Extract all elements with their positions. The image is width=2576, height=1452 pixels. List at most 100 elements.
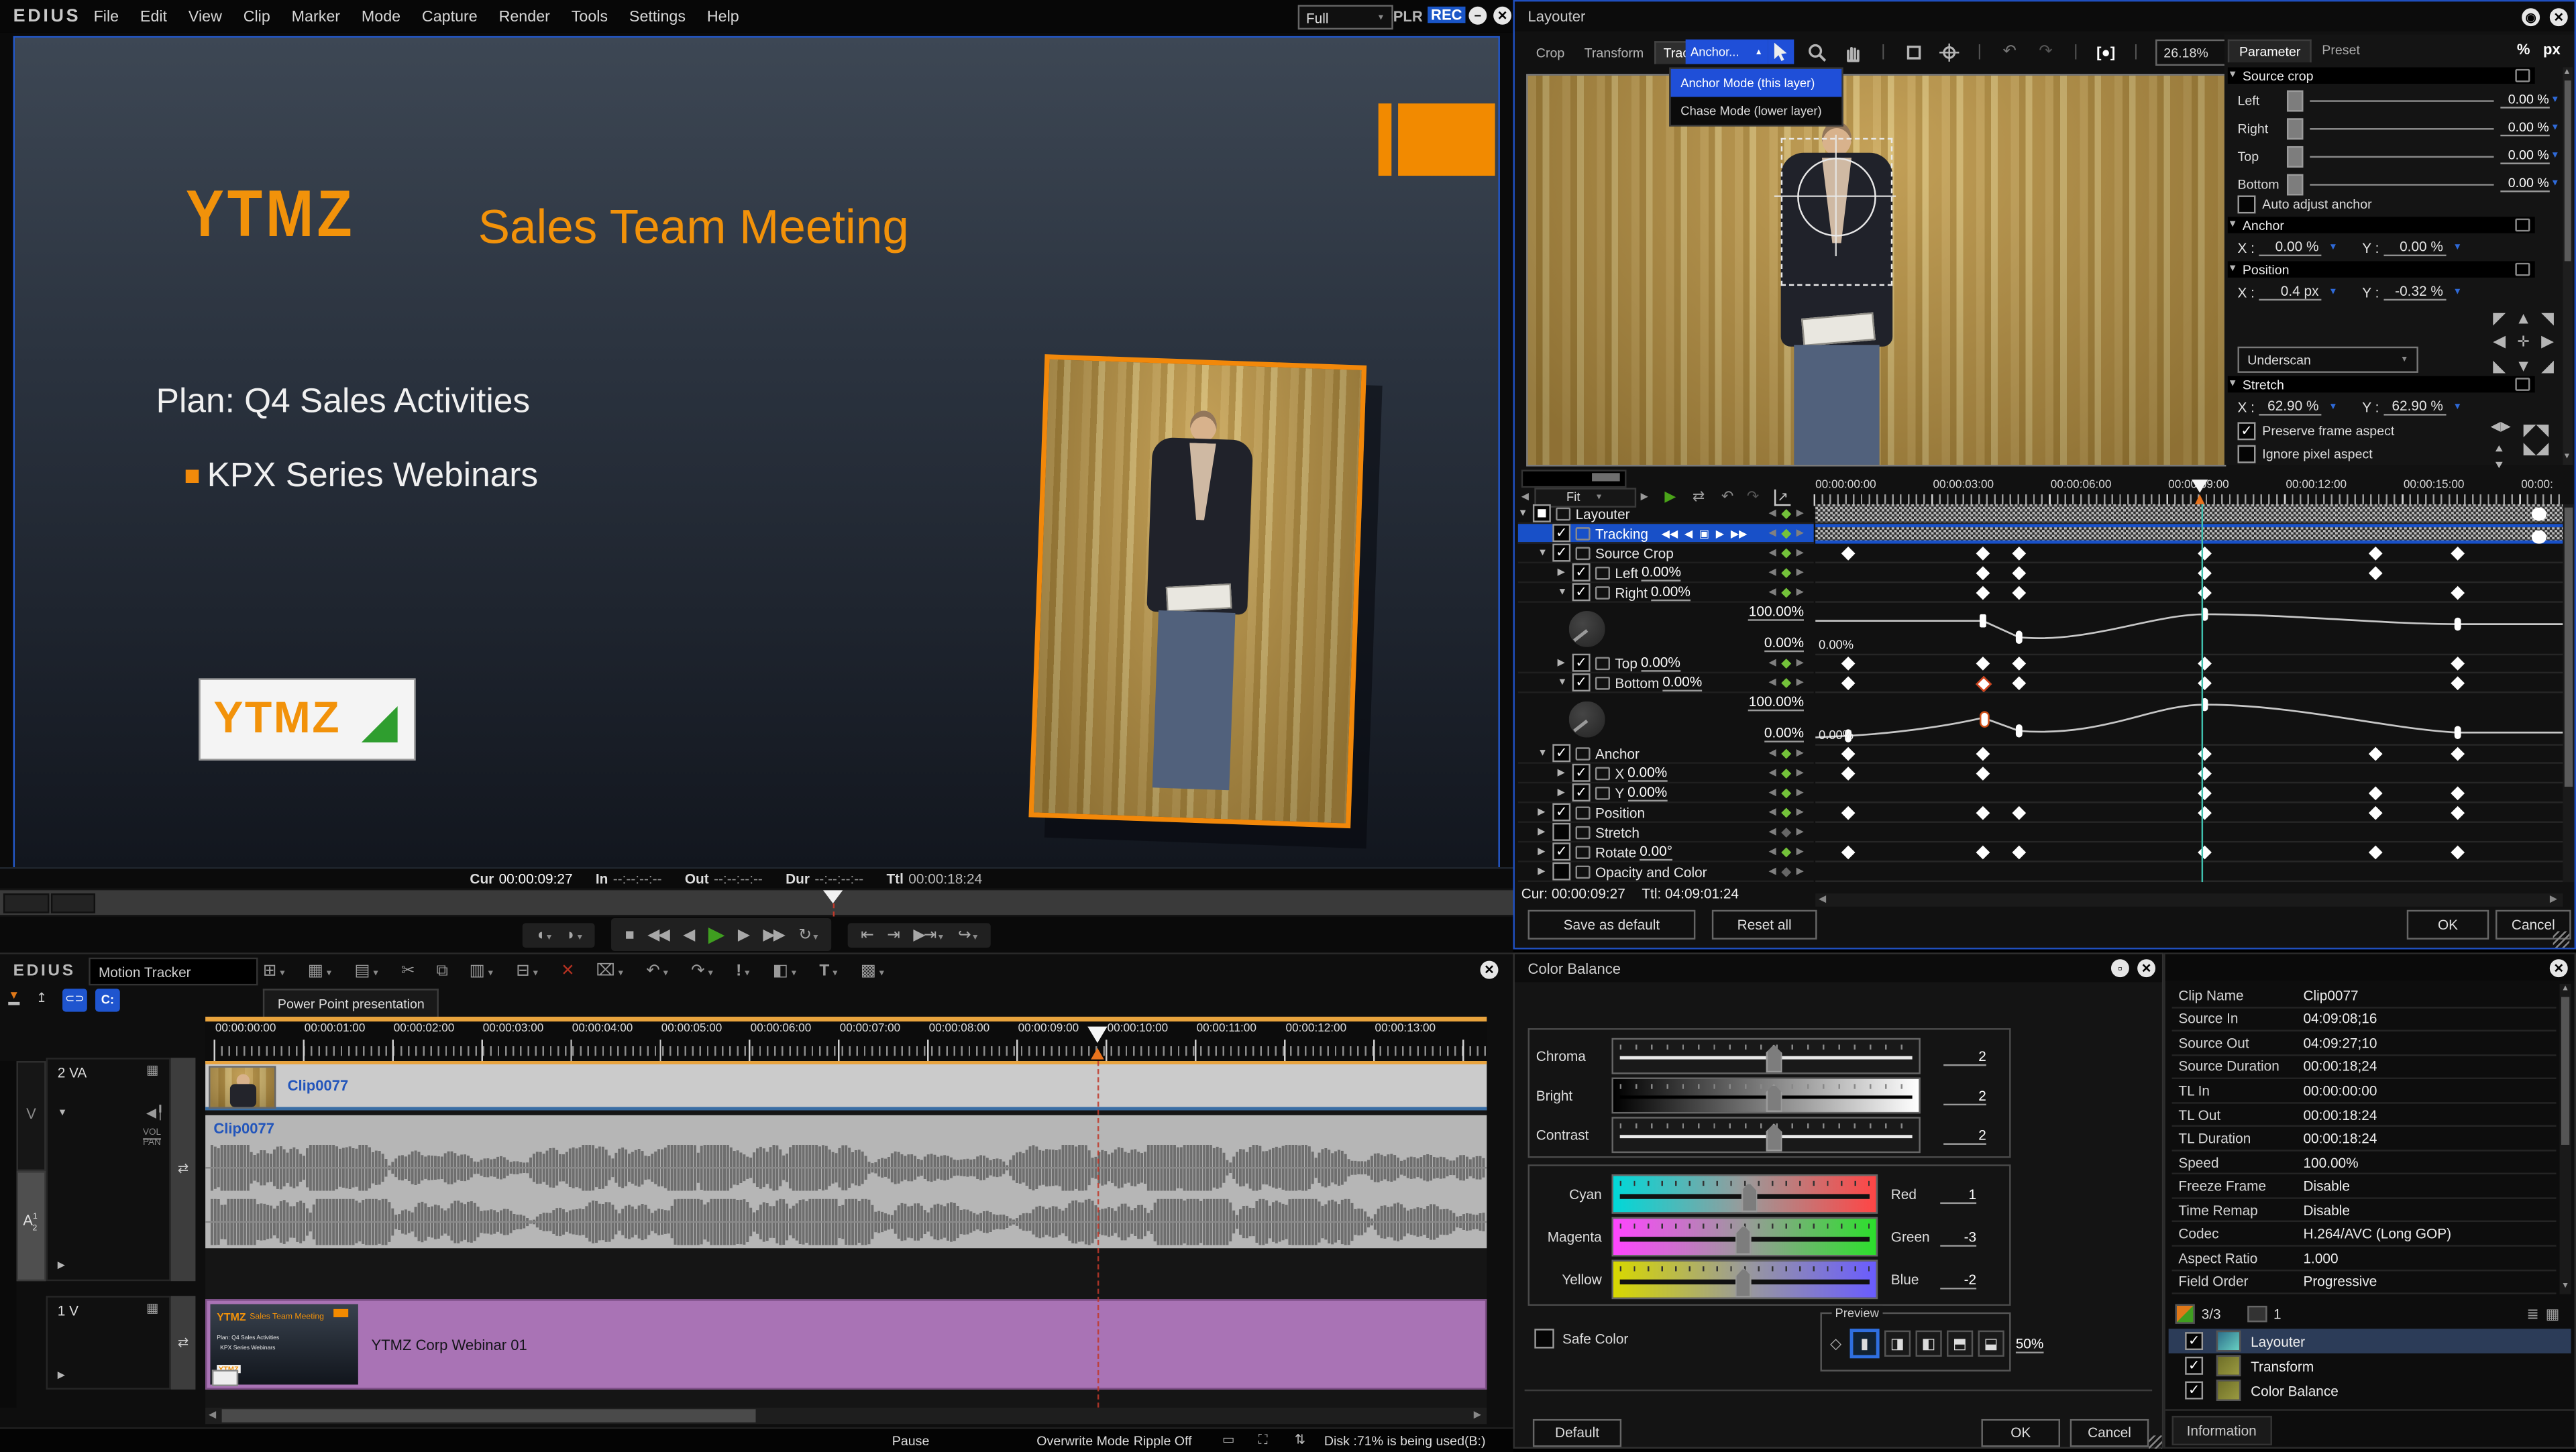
red-value[interactable]: 1 <box>1940 1185 1977 1203</box>
position-y-field[interactable]: -0.32 % <box>2383 282 2447 301</box>
add-keyframe-icon[interactable]: ◆ <box>1781 824 1791 839</box>
keyframe-row-stretch[interactable]: ▶ Stretch ◀ ◆ ▶ <box>1517 822 1814 843</box>
expand-icon[interactable]: ▶ <box>1538 846 1552 858</box>
timeline-playhead[interactable] <box>1087 1026 1108 1044</box>
keyframe-diamond[interactable] <box>2368 805 2383 820</box>
slider-track[interactable] <box>2310 127 2493 129</box>
full-preview-button[interactable]: ▮ <box>1849 1329 1880 1359</box>
keyframe-diamond[interactable] <box>1976 767 1990 781</box>
curve-min-value[interactable]: 0.00% <box>1764 634 1804 653</box>
keyframe-diamond[interactable] <box>2198 805 2212 820</box>
next-keyframe-icon[interactable]: ▶ <box>1796 826 1804 838</box>
resize-grip[interactable] <box>2553 931 2570 948</box>
prev-keyframe-icon[interactable]: ◀ <box>1769 547 1776 559</box>
keyframe-diamond[interactable] <box>2198 656 2212 671</box>
keyframe-row-left[interactable]: ▶ ✓ Left 0.00% ◀ ◆ ▶ <box>1517 563 1814 583</box>
layouter-tab-crop[interactable]: Crop <box>1526 40 1574 63</box>
keyframe-row-right[interactable]: ▼ ✓ Right 0.00% ◀ ◆ ▶ <box>1517 583 1814 603</box>
next-frame-button[interactable]: ▶ <box>1716 526 1724 539</box>
add-keyframe-icon[interactable]: ◆ <box>1781 506 1791 520</box>
keyframe-h-scrollbar[interactable]: ◀ ▶ <box>1815 893 2563 907</box>
next-keyframe-icon[interactable]: ▶ <box>1796 787 1804 799</box>
prev-keyframe-icon[interactable]: ◀ <box>1769 767 1776 779</box>
keyframe-lane-y[interactable] <box>1815 783 2563 803</box>
redo-icon[interactable]: ↷ <box>1747 488 1759 506</box>
close-button[interactable]: ✕ <box>1493 6 1512 25</box>
keyframe-diamond[interactable] <box>2451 585 2465 600</box>
prev-keyframe-icon[interactable]: ◀ <box>1769 787 1776 799</box>
next-frame-button[interactable]: ▶ <box>738 926 750 944</box>
effect-row-transform[interactable]: ✓ Transform <box>2169 1353 2571 1378</box>
play-button[interactable]: ▶ <box>708 922 724 948</box>
keyframe-diamond[interactable] <box>2012 656 2027 671</box>
unit-percent-button[interactable]: % <box>2517 41 2530 57</box>
paste-icon[interactable]: ▥ ▼ <box>470 962 495 980</box>
anchor-x-field[interactable]: 0.00 % <box>2259 238 2322 257</box>
curve-block-keyframes[interactable]: 0.00% <box>1815 603 2563 656</box>
settings-icon[interactable]: ◉ <box>2522 7 2540 25</box>
add-keyframe-icon[interactable]: ◆ <box>1781 545 1791 560</box>
display-mode-dropdown[interactable]: Full ▼ <box>1297 5 1393 30</box>
crop-value[interactable]: 0.00 % <box>2500 92 2549 109</box>
prev-keyframe-icon[interactable]: ◀ <box>1769 508 1776 519</box>
stretch-v-icon[interactable]: ⯅ ⯆ <box>2494 442 2505 475</box>
export-row-icon[interactable] <box>1575 746 1591 760</box>
export-row-icon[interactable] <box>1595 675 1611 689</box>
nudge-down-left-icon[interactable]: ◣ <box>2493 358 2506 376</box>
slider-thumb[interactable] <box>1735 1268 1752 1298</box>
set-out-point-button[interactable]: ◗ ▼ <box>566 926 584 944</box>
prev-keyframe-icon[interactable]: ◀ <box>1769 826 1776 838</box>
row-checkbox[interactable]: ✓ <box>1552 524 1571 543</box>
contrast-slider[interactable] <box>1611 1117 1921 1154</box>
player-mode-plr[interactable]: PLR <box>1393 8 1423 24</box>
set-in-point-button[interactable]: ◖ ▼ <box>535 926 553 944</box>
track-header-2va[interactable]: 2 VA ▦ ▼ ◀╿ VOL PAN ▶ <box>46 1058 171 1282</box>
keyframe-lane-right[interactable] <box>1815 583 2563 603</box>
effect-checkbox[interactable]: ✓ <box>2185 1356 2204 1375</box>
audio-clip[interactable]: Clip0077 <box>205 1115 1487 1249</box>
section-anchor[interactable]: ▼ Anchor <box>2227 217 2535 233</box>
stretch-x-field[interactable]: 62.90 % <box>2259 398 2322 416</box>
layouter-title-bar[interactable]: Layouter ◉ ✕ <box>1514 1 2575 32</box>
preview-percent-value[interactable]: 50% <box>2015 1335 2044 1353</box>
keyframe-diamond[interactable] <box>2451 786 2465 801</box>
keyframe-diamond[interactable] <box>1976 675 1992 693</box>
cut-icon[interactable]: ✂ <box>401 962 415 980</box>
prev-keyframe-icon[interactable]: ◀ <box>1769 657 1776 669</box>
effect-checkbox[interactable]: ✓ <box>2185 1332 2204 1351</box>
row-checkbox[interactable]: ✓ <box>1572 783 1591 802</box>
effect-row-layouter[interactable]: ✓ Layouter <box>2168 1329 2571 1353</box>
safe-color-checkbox[interactable] <box>1534 1329 1554 1349</box>
row-value[interactable]: 0.00% <box>1627 764 1668 782</box>
duplicate-icon[interactable]: ⊟ ▼ <box>516 962 539 980</box>
redo-icon[interactable]: ↷ <box>2033 40 2059 64</box>
keyframe-diamond[interactable] <box>2198 845 2212 860</box>
keyframe-row-source-crop[interactable]: ▼ ✓ Source Crop ◀ ◆ ▶ <box>1517 543 1814 564</box>
undo-icon[interactable]: ↶ <box>1721 488 1733 506</box>
close-icon[interactable]: ✕ <box>2137 959 2156 978</box>
next-keyframe-icon[interactable]: ▶ <box>1796 846 1804 858</box>
row-checkbox[interactable]: ✓ <box>1572 763 1591 782</box>
add-keyframe-icon[interactable]: ◆ <box>1781 526 1791 541</box>
menu-clip[interactable]: Clip <box>244 8 270 26</box>
tracking-focus-icon[interactable]: [●] <box>2093 40 2119 64</box>
menu-file[interactable]: File <box>94 8 119 26</box>
next-keyframe-icon[interactable]: ▶ <box>1796 677 1804 688</box>
keyframe-diamond[interactable] <box>2368 546 2383 561</box>
keyframe-row-x[interactable]: ▶ ✓ X 0.00% ◀ ◆ ▶ <box>1517 763 1814 784</box>
export-row-icon[interactable] <box>1556 506 1571 520</box>
video-rail-box[interactable]: V <box>16 1061 46 1172</box>
expand-icon[interactable]: ▶ <box>1538 866 1552 877</box>
export-row-icon[interactable] <box>1575 526 1591 540</box>
keyframe-row-anchor[interactable]: ▼ ✓ Anchor ◀ ◆ ▶ <box>1517 744 1814 764</box>
menu-help[interactable]: Help <box>707 8 739 26</box>
curve-point[interactable] <box>1980 614 1986 628</box>
crop-tool-icon[interactable] <box>1900 40 1927 64</box>
keyframe-lane-layouter[interactable] <box>1815 504 2563 524</box>
slider-track[interactable] <box>2310 183 2493 185</box>
curve-point[interactable] <box>2015 724 2023 738</box>
prev-keyframe-button[interactable]: ◀◀ <box>1662 526 1678 539</box>
center-position-icon[interactable]: ✛ <box>2517 334 2529 352</box>
add-keyframe-icon[interactable]: ◆ <box>1781 805 1791 820</box>
keyframe-row-y[interactable]: ▶ ✓ Y 0.00% ◀ ◆ ▶ <box>1517 783 1814 803</box>
